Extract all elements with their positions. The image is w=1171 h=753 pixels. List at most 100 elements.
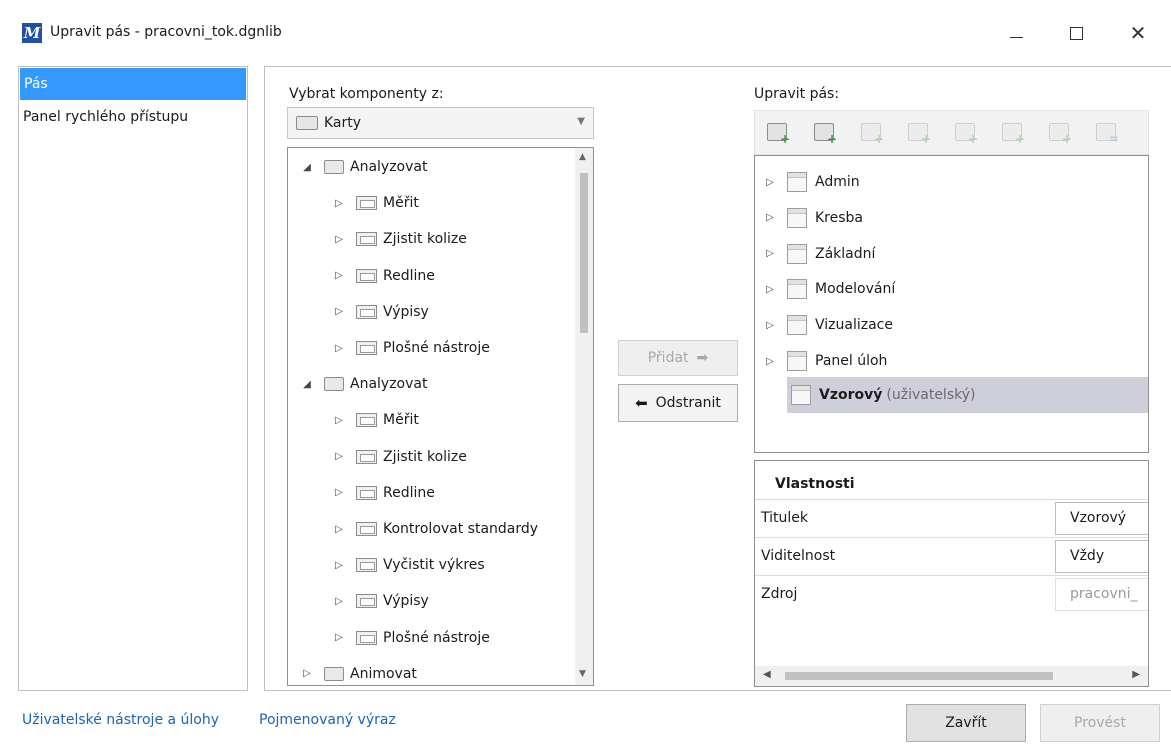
expand-icon[interactable]: ▷ <box>332 234 346 245</box>
tree-node-label: Měřit <box>383 412 419 429</box>
new-button-icon[interactable] <box>955 123 978 146</box>
ribbon-tree-item[interactable]: ▷ Základní <box>763 236 875 272</box>
tree-node-label: Měřit <box>383 195 419 212</box>
tab-page-icon <box>787 207 807 228</box>
tab-icon <box>324 160 344 174</box>
tree-node-group[interactable]: ▷ Měřit <box>332 185 419 221</box>
property-row: Zdroj pracovni_ <box>755 575 1148 613</box>
expand-icon[interactable]: ▷ <box>332 487 346 498</box>
new-separator-icon[interactable] <box>1096 123 1119 146</box>
tab-page-icon <box>787 315 807 336</box>
new-split-icon[interactable] <box>908 123 931 146</box>
expand-icon[interactable]: ▷ <box>332 524 346 535</box>
tree-node-group[interactable]: ▷ Zjistit kolize <box>332 221 467 257</box>
components-source-select[interactable]: Karty ▼ <box>287 107 594 139</box>
hscroll-thumb[interactable] <box>785 672 1053 680</box>
expand-icon[interactable]: ▷ <box>763 356 777 367</box>
tree-node-group[interactable]: ▷ Měřit <box>332 402 419 438</box>
components-tree[interactable]: ◢ Analyzovat ▷ Měřit ▷ Zjistit kolize ▷ Redline… <box>287 147 594 686</box>
property-value[interactable]: Vždy <box>1055 540 1148 573</box>
new-group-icon[interactable] <box>814 123 837 146</box>
arrow-left-icon: ⬅ <box>635 394 648 412</box>
tree-node-tab[interactable]: ▷ Animovat <box>300 656 417 685</box>
expand-icon[interactable]: ▷ <box>763 320 777 331</box>
expand-icon[interactable]: ▷ <box>332 270 346 281</box>
remove-button[interactable]: ⬅ Odstranit <box>618 384 738 422</box>
new-row-icon[interactable] <box>1002 123 1025 146</box>
maximize-button[interactable] <box>1053 12 1099 54</box>
tab-page-icon <box>787 351 807 371</box>
app-icon: M <box>22 23 42 43</box>
tree-node-group[interactable]: ▷ Kontrolovat standardy <box>332 511 538 547</box>
group-icon <box>356 413 377 428</box>
property-value: pracovni_ <box>1055 578 1148 611</box>
ribbon-tree-item[interactable]: ▷ Panel úloh <box>763 343 887 379</box>
scroll-up-icon[interactable]: ▲ <box>579 152 586 162</box>
tree-node-tab[interactable]: ◢ Analyzovat <box>300 366 427 402</box>
nav-item-pas[interactable]: Pás <box>20 68 246 100</box>
property-row: Titulek Vzorový <box>755 499 1148 537</box>
close-icon: ✕ <box>1129 21 1147 45</box>
tree-node-group[interactable]: ▷ Redline <box>332 258 435 294</box>
expand-icon[interactable]: ▷ <box>332 596 346 607</box>
new-panel-icon[interactable] <box>861 123 884 146</box>
selected-item-label: Vzorový <box>819 387 883 403</box>
tab-page-icon <box>787 279 807 300</box>
scroll-down-icon[interactable]: ▼ <box>579 669 586 679</box>
expand-icon[interactable]: ▷ <box>332 306 346 317</box>
tree-node-group[interactable]: ▷ Plošné nástroje <box>332 330 490 366</box>
remove-label: Odstranit <box>655 395 721 411</box>
expand-icon[interactable]: ▷ <box>763 284 777 295</box>
vertical-scrollbar[interactable]: ▲ ▼ <box>575 148 593 685</box>
add-button[interactable]: Přidat ➡ <box>618 340 738 376</box>
window-title: Upravit pás - pracovni_tok.dgnlib <box>50 24 282 40</box>
collapse-icon[interactable]: ◢ <box>300 162 314 173</box>
ribbon-tree-item[interactable]: ▷ Modelování <box>763 271 895 307</box>
tree-node-group[interactable]: ▷ Redline <box>332 475 435 511</box>
scroll-thumb[interactable] <box>580 173 588 333</box>
expand-icon[interactable]: ▷ <box>300 668 314 679</box>
ribbon-tree-item[interactable]: ▷ Admin <box>763 164 860 200</box>
expand-icon[interactable]: ▷ <box>332 415 346 426</box>
expand-icon[interactable]: ▷ <box>332 198 346 209</box>
user-tools-link[interactable]: Uživatelské nástroje a úlohy <box>22 712 219 728</box>
ribbon-tree-item[interactable]: ▷ Vizualizace <box>763 307 893 343</box>
named-expression-link[interactable]: Pojmenovaný výraz <box>259 712 396 728</box>
tree-node-group[interactable]: ▷ Výpisy <box>332 583 429 619</box>
tree-node-group[interactable]: ▷ Vyčistit výkres <box>332 547 485 583</box>
tree-node-group[interactable]: ▷ Výpisy <box>332 294 429 330</box>
new-tab-icon[interactable] <box>767 123 790 146</box>
group-icon <box>356 341 377 355</box>
expand-icon[interactable]: ▷ <box>763 212 777 223</box>
tree-node-group[interactable]: ▷ Zjistit kolize <box>332 439 467 475</box>
ribbon-tree[interactable]: Vzorový (uživatelský) ▷ Admin ▷ Kresba ▷ Zákl… <box>754 155 1149 453</box>
group-icon <box>356 558 377 573</box>
expand-icon[interactable]: ▷ <box>332 343 346 354</box>
property-value[interactable]: Vzorový <box>1055 502 1148 535</box>
combo-value: Karty <box>324 115 362 131</box>
expand-icon[interactable]: ▷ <box>332 560 346 571</box>
group-icon <box>356 304 377 319</box>
new-item-icon[interactable] <box>1049 123 1072 146</box>
close-button[interactable]: Zavřít <box>906 704 1026 742</box>
expand-icon[interactable]: ▷ <box>763 248 777 259</box>
tree-item-selected[interactable]: Vzorový (uživatelský) <box>787 377 1148 413</box>
horizontal-scrollbar[interactable]: ◀ ▶ <box>755 666 1148 686</box>
scroll-right-icon[interactable]: ▶ <box>1132 669 1140 680</box>
apply-button[interactable]: Provést <box>1040 704 1160 742</box>
minimize-button[interactable] <box>993 12 1039 54</box>
ribbon-tree-item[interactable]: ▷ Kresba <box>763 200 863 236</box>
expand-icon[interactable]: ▷ <box>763 177 777 188</box>
tree-node-group[interactable]: ▷ Plošné nástroje <box>332 620 490 656</box>
tree-node-tab[interactable]: ◢ Analyzovat <box>300 149 427 185</box>
tree-node-label: Zjistit kolize <box>383 231 467 248</box>
category-nav: Pás Panel rychlého přístupu <box>18 66 248 691</box>
expand-icon[interactable]: ▷ <box>332 451 346 462</box>
nav-item-quick-access[interactable]: Panel rychlého přístupu <box>19 101 247 133</box>
expand-icon[interactable]: ▷ <box>332 632 346 643</box>
group-icon <box>356 268 377 283</box>
properties-panel: Vlastnosti Titulek Vzorový Viditelnost Vždy… <box>754 460 1149 687</box>
close-window-button[interactable]: ✕ <box>1115 12 1161 54</box>
collapse-icon[interactable]: ◢ <box>300 379 314 390</box>
scroll-left-icon[interactable]: ◀ <box>763 669 771 680</box>
